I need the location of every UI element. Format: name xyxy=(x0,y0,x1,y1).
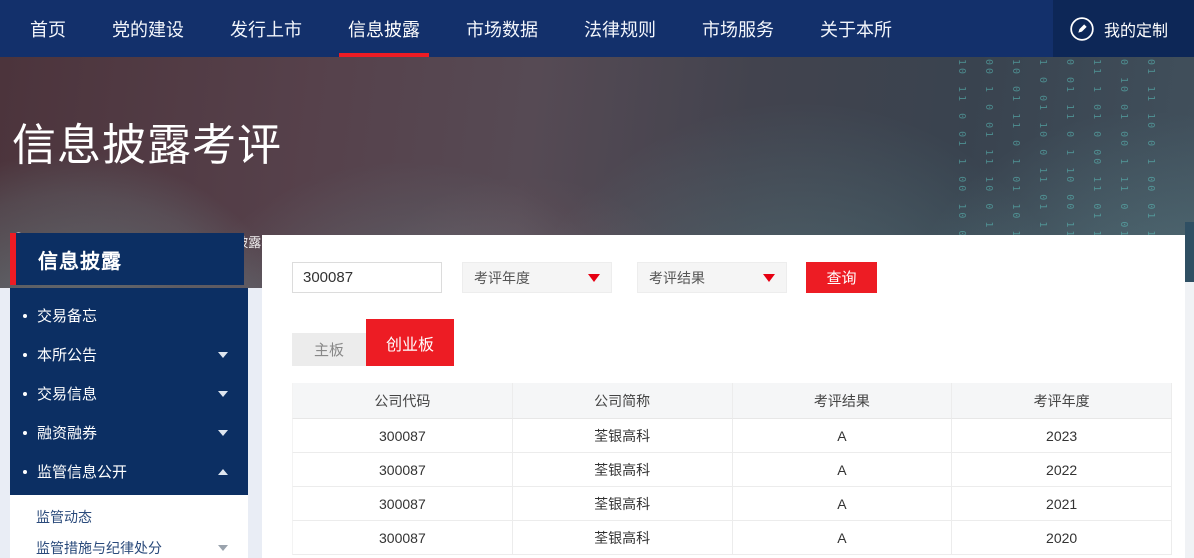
sidebar-item-label: 本所公告 xyxy=(37,344,218,365)
bullet-icon xyxy=(23,470,27,474)
submenu-item-regulatory-dynamics[interactable]: 监管动态 xyxy=(10,501,248,532)
table-cell: 荃银高科 xyxy=(513,419,733,453)
bullet-icon xyxy=(23,353,27,357)
column-header: 公司简称 xyxy=(513,383,733,419)
evaluation-result-dropdown[interactable]: 考评结果 xyxy=(637,262,787,293)
column-header: 公司代码 xyxy=(292,383,513,419)
nav-items: 首页 党的建设 发行上市 信息披露 市场数据 法律规则 市场服务 关于本所 xyxy=(0,0,938,57)
nav-item-disclosure[interactable]: 信息披露 xyxy=(348,0,420,57)
my-customization-button[interactable]: 我的定制 xyxy=(1053,0,1194,57)
chevron-down-icon xyxy=(218,545,228,551)
sidebar-title: 信息披露 xyxy=(38,245,122,274)
table-cell: 2020 xyxy=(952,521,1172,555)
dropdown-label: 考评结果 xyxy=(649,268,763,288)
nav-item-home[interactable]: 首页 xyxy=(30,0,66,57)
page: 首页 党的建设 发行上市 信息披露 市场数据 法律规则 市场服务 关于本所 我的… xyxy=(0,0,1194,558)
sidebar-item-label: 监管信息公开 xyxy=(37,461,218,482)
nav-item-about[interactable]: 关于本所 xyxy=(820,0,892,57)
table-cell: 2023 xyxy=(952,419,1172,453)
search-bar: 考评年度 考评结果 查询 xyxy=(292,262,1172,293)
submenu-item-regulatory-measures[interactable]: 监管措施与纪律处分 xyxy=(10,532,248,558)
chevron-down-icon xyxy=(218,352,228,358)
table-cell: 2022 xyxy=(952,453,1172,487)
chevron-up-icon xyxy=(218,469,228,475)
active-tab-underline xyxy=(339,53,429,57)
sidebar-header: 信息披露 xyxy=(10,233,244,285)
nav-item-party-building[interactable]: 党的建设 xyxy=(112,0,184,57)
page-title: 信息披露考评 xyxy=(12,109,282,173)
query-button[interactable]: 查询 xyxy=(806,262,877,293)
table-cell: 荃银高科 xyxy=(513,521,733,555)
pencil-circle-icon xyxy=(1069,16,1095,42)
dropdown-arrow-icon xyxy=(763,274,775,282)
table-cell: A xyxy=(733,419,953,453)
nav-item-label: 关于本所 xyxy=(820,16,892,42)
nav-item-market-data[interactable]: 市场数据 xyxy=(466,0,538,57)
nav-item-label: 信息披露 xyxy=(348,16,420,42)
table-row: 300087 荃银高科 A 2020 xyxy=(292,521,1172,555)
submenu-item-label: 监管动态 xyxy=(36,507,228,527)
nav-item-label: 市场服务 xyxy=(702,16,774,42)
nav-item-listing[interactable]: 发行上市 xyxy=(230,0,302,57)
table-cell: 荃银高科 xyxy=(513,453,733,487)
column-header: 考评结果 xyxy=(733,383,953,419)
table-cell: 300087 xyxy=(292,487,513,521)
submenu-item-label: 监管措施与纪律处分 xyxy=(36,538,218,558)
chevron-down-icon xyxy=(218,430,228,436)
chevron-down-icon xyxy=(218,391,228,397)
nav-item-market-services[interactable]: 市场服务 xyxy=(702,0,774,57)
table-cell: A xyxy=(733,521,953,555)
sidebar-menu: 交易备忘 本所公告 交易信息 融资融券 xyxy=(10,288,248,495)
bullet-icon xyxy=(23,314,27,318)
nav-item-label: 发行上市 xyxy=(230,16,302,42)
table-row: 300087 荃银高科 A 2021 xyxy=(292,487,1172,521)
table-cell: 300087 xyxy=(292,521,513,555)
nav-item-label: 市场数据 xyxy=(466,16,538,42)
sidebar-item-label: 交易信息 xyxy=(37,383,218,404)
sidebar-item-margin-trading[interactable]: 融资融券 xyxy=(10,413,248,452)
evaluation-table: 公司代码 公司简称 考评结果 考评年度 300087 荃银高科 A 2023 3… xyxy=(292,383,1172,555)
tab-main-board[interactable]: 主板 xyxy=(292,333,366,366)
scrollbar-track[interactable] xyxy=(1185,231,1194,558)
bullet-icon xyxy=(23,431,27,435)
scrollbar-thumb[interactable] xyxy=(1185,222,1194,282)
sidebar-item-regulatory-disclosure[interactable]: 监管信息公开 xyxy=(10,452,248,491)
table-cell: 2021 xyxy=(952,487,1172,521)
evaluation-year-dropdown[interactable]: 考评年度 xyxy=(462,262,612,293)
sidebar-item-exchange-announcements[interactable]: 本所公告 xyxy=(10,335,248,374)
stock-code-input[interactable] xyxy=(292,262,442,293)
sidebar-item-label: 交易备忘 xyxy=(37,305,228,326)
table-cell: A xyxy=(733,487,953,521)
table-cell: 荃银高科 xyxy=(513,487,733,521)
table-body: 300087 荃银高科 A 2023 300087 荃银高科 A 2022 30… xyxy=(292,419,1172,555)
sidebar-item-label: 融资融券 xyxy=(37,422,218,443)
dropdown-label: 考评年度 xyxy=(474,268,588,288)
sidebar: 信息披露 交易备忘 本所公告 交易信息 xyxy=(0,233,262,558)
my-customization-label: 我的定制 xyxy=(1104,17,1168,41)
tab-chinext[interactable]: 创业板 xyxy=(366,319,454,366)
column-header: 考评年度 xyxy=(952,383,1172,419)
content: 信息披露 交易备忘 本所公告 交易信息 xyxy=(0,233,1194,558)
table-header-row: 公司代码 公司简称 考评结果 考评年度 xyxy=(292,383,1172,419)
sidebar-submenu: 监管动态 监管措施与纪律处分 xyxy=(10,495,248,558)
sidebar-item-trading-memo[interactable]: 交易备忘 xyxy=(10,296,248,335)
nav-item-label: 法律规则 xyxy=(584,16,656,42)
table-row: 300087 荃银高科 A 2022 xyxy=(292,453,1172,487)
nav-item-label: 首页 xyxy=(30,16,66,42)
table-cell: 300087 xyxy=(292,453,513,487)
nav-item-rules[interactable]: 法律规则 xyxy=(584,0,656,57)
red-accent-bar xyxy=(10,233,16,285)
table-cell: A xyxy=(733,453,953,487)
dropdown-arrow-icon xyxy=(588,274,600,282)
main-panel: 考评年度 考评结果 查询 主板 创业板 公司代码 公司简称 考评结果 考评年 xyxy=(262,235,1185,558)
sidebar-item-trading-info[interactable]: 交易信息 xyxy=(10,374,248,413)
nav-item-label: 党的建设 xyxy=(112,16,184,42)
board-tabs: 主板 创业板 xyxy=(292,319,1172,366)
top-nav: 首页 党的建设 发行上市 信息披露 市场数据 法律规则 市场服务 关于本所 我的… xyxy=(0,0,1194,57)
table-cell: 300087 xyxy=(292,419,513,453)
bullet-icon xyxy=(23,392,27,396)
table-row: 300087 荃银高科 A 2023 xyxy=(292,419,1172,453)
